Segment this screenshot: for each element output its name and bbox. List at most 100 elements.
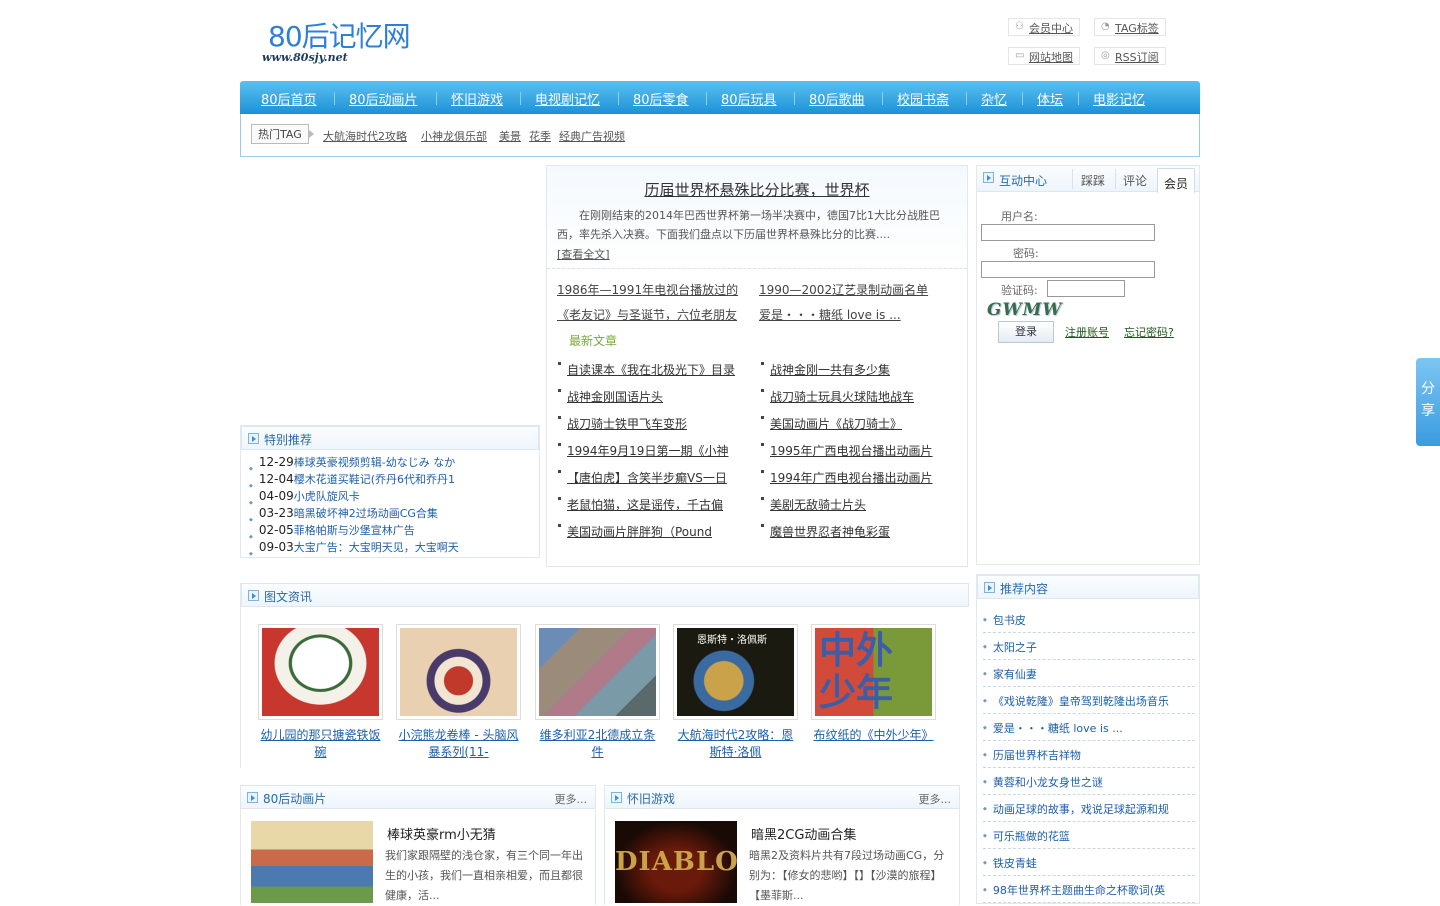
list-item: 黄蓉和小龙女身世之谜 [983, 768, 1195, 795]
list-item: 12-04樱木花道买鞋记(乔丹6代和乔丹1 [249, 471, 459, 488]
rss-link[interactable]: ◎ RSS订阅 [1094, 47, 1166, 65]
special-link[interactable]: 大宝广告：大宝明天见，大宝啊天 [294, 541, 459, 554]
arrow-icon [611, 792, 622, 803]
special-title: 特别推荐 [264, 433, 313, 447]
tag-item[interactable]: 大航海时代2攻略 [323, 128, 407, 144]
latest-link[interactable]: 魔兽世界忍者神龟彩蛋 [760, 523, 890, 540]
latest-link[interactable]: 【唐伯虎】含笑半步癫VS一日 [558, 469, 727, 486]
latest-link[interactable]: 1994年9月19日第一期《小神 [557, 442, 728, 459]
game-character-image: 恩斯特・洛佩斯 [677, 628, 794, 716]
nav-misc[interactable]: 杂忆 [981, 89, 1007, 108]
read-more-link[interactable]: [查看全文] [557, 246, 610, 262]
main-nav: 80后首页 80后动画片 怀旧游戏 电视剧记忆 80后零食 80后玩具 80后歌… [240, 81, 1200, 115]
list-item: 02-05菲格帕斯与沙堡宣林广告 [249, 522, 459, 539]
latest-link[interactable]: 自读课本《我在北极光下》目录 [557, 361, 735, 378]
bowl-image [262, 628, 379, 716]
list-item: 包书皮 [983, 606, 1195, 633]
nav-songs[interactable]: 80后歌曲 [809, 89, 865, 108]
login-button[interactable]: 登录 [998, 321, 1054, 343]
touch-anime-image[interactable] [251, 821, 373, 903]
list-item: 《戏说乾隆》皇帝驾到乾隆出场音乐 [983, 687, 1195, 714]
special-link[interactable]: 菲格帕斯与沙堡宣林广告 [294, 524, 415, 537]
nav-campus[interactable]: 校园书斋 [897, 89, 949, 108]
latest-link[interactable]: 美剧无敌骑士片头 [760, 496, 866, 513]
hot-tag-bar: 热门TAG 大航海时代2攻略 小神龙俱乐部 美景 花季 经典广告视频 [240, 114, 1200, 157]
games-column-title[interactable]: 怀旧游戏 [627, 790, 675, 807]
latest-link[interactable]: 战神金刚一共有多少集 [760, 361, 890, 378]
recommend-link[interactable]: 黄蓉和小龙女身世之谜 [993, 776, 1103, 789]
pair-link[interactable]: 《老友记》与圣诞节，六位老朋友 [557, 306, 737, 323]
more-link[interactable]: 更多... [919, 791, 952, 807]
password-input[interactable] [981, 261, 1155, 278]
tag-item[interactable]: 美景 [499, 128, 521, 144]
panel-icon [248, 590, 259, 601]
cartoon-column-title[interactable]: 80后动画片 [263, 790, 326, 807]
recommend-link[interactable]: 可乐瓶做的花篮 [993, 830, 1070, 843]
tag-link[interactable]: ◔ TAG标签 [1094, 18, 1166, 36]
special-link[interactable]: 小虎队旋风卡 [294, 490, 360, 503]
special-link[interactable]: 棒球英豪视频剪辑-幼なじみ なか [294, 456, 455, 469]
latest-link[interactable]: 战刀骑士铁甲飞车变形 [557, 415, 687, 432]
user-icon: ⚇ [1015, 21, 1024, 32]
recommend-link[interactable]: 家有仙妻 [993, 668, 1037, 681]
map-icon: ▭ [1015, 50, 1025, 61]
site-logo[interactable]: 80后记忆网 www.80sjy.net [262, 14, 464, 66]
recommend-link[interactable]: 爱是・・・糖纸 love is ... [993, 722, 1123, 735]
more-link[interactable]: 更多... [555, 791, 588, 807]
nav-games[interactable]: 怀旧游戏 [451, 89, 503, 108]
interactive-center: 互动中心 踩踩 评论 会员 用户名: 密码: 验证码: GWMW 登录 注册账号… [976, 165, 1200, 565]
nav-toys[interactable]: 80后玩具 [721, 89, 777, 108]
latest-link[interactable]: 美国动画片胖胖狗（Pound [558, 523, 712, 540]
register-link[interactable]: 注册账号 [1065, 324, 1109, 340]
latest-link[interactable]: 1994年广西电视台播出动画片 [761, 469, 933, 486]
tag-icon: ◔ [1101, 21, 1110, 32]
latest-link[interactable]: 老鼠怕猫，这是谣传，千古偏 [557, 496, 723, 513]
recommend-link[interactable]: 《戏说乾隆》皇帝驾到乾隆出场音乐 [993, 695, 1169, 708]
recommend-link[interactable]: 98年世界杯主题曲生命之杯歌词(英 [993, 884, 1165, 897]
latest-title: 最新文章 [569, 334, 618, 348]
nav-movies[interactable]: 电影记忆 [1093, 89, 1145, 108]
pair-link[interactable]: 1990—2002辽艺录制动画名单 [759, 281, 928, 298]
member-center-link[interactable]: ⚇ 会员中心 [1008, 18, 1080, 36]
logo-url: www.80sjy.net [262, 51, 348, 64]
tag-item[interactable]: 小神龙俱乐部 [421, 128, 487, 144]
nav-snacks[interactable]: 80后零食 [633, 89, 689, 108]
share-button[interactable]: 分享 [1416, 358, 1440, 446]
sitemap-link[interactable]: ▭ 网站地图 [1008, 47, 1080, 65]
cartoon-summary: 我们家跟隔壁的浅仓家，有三个同一年出生的小孩，我们一直相亲相爱，而且都很健康，活… [385, 849, 583, 902]
pair-link[interactable]: 1986年—1991年电视台播放过的 [557, 281, 738, 298]
panel-icon [984, 582, 995, 593]
latest-link[interactable]: 战刀骑士玩具火球陆地战车 [760, 388, 914, 405]
forgot-password-link[interactable]: 忘记密码? [1124, 324, 1174, 340]
nav-sports[interactable]: 体坛 [1037, 89, 1063, 108]
tab-caicai[interactable]: 踩踩 [1081, 172, 1105, 189]
recommend-list: 推荐内容 包书皮 太阳之子 家有仙妻 《戏说乾隆》皇帝驾到乾隆出场音乐 爱是・・… [976, 574, 1200, 904]
recommend-link[interactable]: 动画足球的故事，戏说足球起源和规 [993, 803, 1169, 816]
nav-cartoons[interactable]: 80后动画片 [349, 89, 418, 108]
hot-tag-label: 热门TAG [251, 124, 314, 144]
username-input[interactable] [981, 224, 1155, 241]
captcha-input[interactable] [1047, 280, 1125, 297]
nav-tv[interactable]: 电视剧记忆 [535, 89, 600, 108]
tab-member[interactable]: 会员 [1157, 168, 1196, 193]
recommend-link[interactable]: 历届世界杯吉祥物 [993, 749, 1081, 762]
cartoon-headline[interactable]: 棒球英豪rm小无猜 [387, 824, 496, 843]
latest-link[interactable]: 美国动画片《战刀骑士》 [760, 415, 902, 432]
tab-comments[interactable]: 评论 [1123, 172, 1147, 189]
diablo-image[interactable]: DIABLO [615, 821, 738, 903]
nav-home[interactable]: 80后首页 [261, 89, 317, 108]
headline-title[interactable]: 历届世界杯悬殊比分比赛，世界杯 [547, 179, 967, 200]
recommend-link[interactable]: 铁皮青蛙 [993, 857, 1037, 870]
recommend-link[interactable]: 太阳之子 [993, 641, 1037, 654]
recommend-link[interactable]: 包书皮 [993, 614, 1026, 627]
special-link[interactable]: 暗黑破坏神2过场动画CG合集 [294, 507, 438, 520]
games-headline[interactable]: 暗黑2CG动画合集 [751, 824, 856, 843]
special-link[interactable]: 樱木花道买鞋记(乔丹6代和乔丹1 [294, 473, 455, 486]
tag-item[interactable]: 经典广告视频 [559, 128, 625, 144]
latest-link[interactable]: 1995年广西电视台播出动画片 [761, 442, 933, 459]
cartoon-column: 80后动画片 更多... 棒球英豪rm小无猜 我们家跟隔壁的浅仓家，有三个同一年… [240, 785, 596, 905]
pair-link[interactable]: 爱是・・・糖纸 love is ... [759, 306, 901, 323]
captcha-image[interactable]: GWMW [987, 300, 1062, 322]
tag-item[interactable]: 花季 [529, 128, 551, 144]
latest-link[interactable]: 战神金刚国语片头 [557, 388, 663, 405]
